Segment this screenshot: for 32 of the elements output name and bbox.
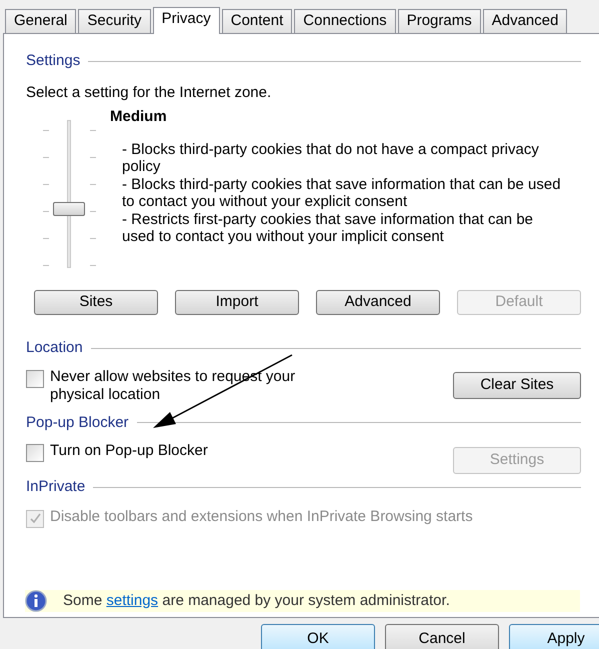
checkmark-icon [30,513,40,524]
tab[interactable]: Advanced [482,9,568,33]
policy-description: - Blocks third-party cookies that save information that can be used to contact you without your explicit consent [122,176,562,210]
checkbox[interactable] [26,444,44,462]
dialog-button[interactable]: Apply [509,624,599,649]
policy-description: - Restricts first-party cookies that save information that can be used to contact you without your implicit consent [122,210,534,246]
push-button[interactable]: Sites [34,290,158,315]
info-message: Some settings are managed by your system administrator. [63,590,450,611]
group-heading: Settings [26,51,80,71]
policy-description: - Blocks third-party cookies that do not have a compact privacy policy [122,140,540,176]
tab[interactable]: Connections [294,9,396,33]
info-icon [25,590,47,612]
dialog-button[interactable]: OK [261,624,375,649]
push-button[interactable]: Advanced [316,290,440,315]
checkbox[interactable] [26,370,44,388]
settings-link[interactable]: settings [106,592,158,609]
slider-thumb[interactable] [53,202,85,216]
prompt-text: Select a setting for the Internet zone. [26,82,272,102]
group-heading: Location [26,338,83,358]
tab[interactable]: Programs [398,9,481,33]
checkbox-label: Disable toolbars and extensions when InPrivate Browsing starts [50,508,473,526]
privacy-level-title: Medium [110,107,168,127]
group-heading: InPrivate [26,477,86,497]
tab[interactable]: Security [78,9,151,33]
push-button[interactable]: Import [175,290,299,315]
checkbox-label: Turn on Pop-up Blocker [50,442,208,460]
dialog-button[interactable]: Cancel [385,624,499,649]
tab[interactable]: Privacy [152,7,220,34]
group-heading: Pop-up Blocker [26,412,129,432]
tab[interactable]: General [5,9,76,33]
tab[interactable]: Content [222,9,292,33]
push-button[interactable]: Clear Sites [453,372,581,398]
